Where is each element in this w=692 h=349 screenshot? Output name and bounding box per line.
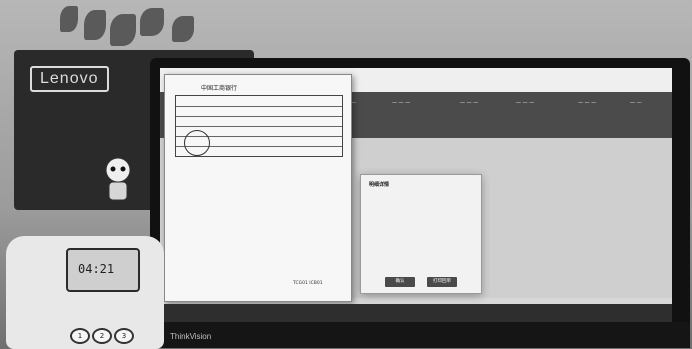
- figurine-toy: [100, 156, 136, 208]
- modal-title: 明细详情: [369, 182, 390, 188]
- receipt-window[interactable]: 中国工商银行 TCG01 ICB01: [164, 74, 352, 302]
- nav-item[interactable]: — —: [630, 100, 642, 106]
- receipt-bank-name: 中国工商银行: [201, 85, 238, 92]
- nav-item[interactable]: — — —: [460, 100, 478, 106]
- plant-leaf: [110, 14, 136, 46]
- nav-item[interactable]: — — —: [516, 100, 534, 106]
- print-receipt-button[interactable]: 打印回单: [427, 277, 457, 287]
- monitor-chin: [150, 322, 690, 348]
- plant-leaf: [60, 6, 78, 32]
- monitor-brand: ThinkVision: [170, 332, 212, 341]
- plant-leaf: [140, 8, 164, 36]
- nav-item[interactable]: — — —: [578, 100, 596, 106]
- receipt-stamp: [184, 130, 210, 156]
- plant-leaf: [84, 10, 106, 40]
- lenovo-logo: Lenovo: [30, 66, 109, 92]
- receipt-footer: TCG01 ICB01: [293, 281, 323, 286]
- confirm-button[interactable]: 确认: [385, 277, 415, 287]
- monitor-screen: — — — — — — — — — — — — — — — — — 中国工商银行…: [160, 68, 672, 322]
- plant-leaf: [172, 16, 194, 42]
- nav-item[interactable]: — — —: [392, 100, 410, 106]
- phone-key-3[interactable]: 3: [114, 328, 134, 344]
- phone-time-readout: 04:21: [78, 262, 115, 276]
- phone-key-1[interactable]: 1: [70, 328, 90, 344]
- receipt-table: [175, 95, 343, 157]
- windows-taskbar: [160, 304, 672, 322]
- phone-key-2[interactable]: 2: [92, 328, 112, 344]
- transaction-detail-modal: 明细详情 确认 打印回单: [360, 174, 482, 294]
